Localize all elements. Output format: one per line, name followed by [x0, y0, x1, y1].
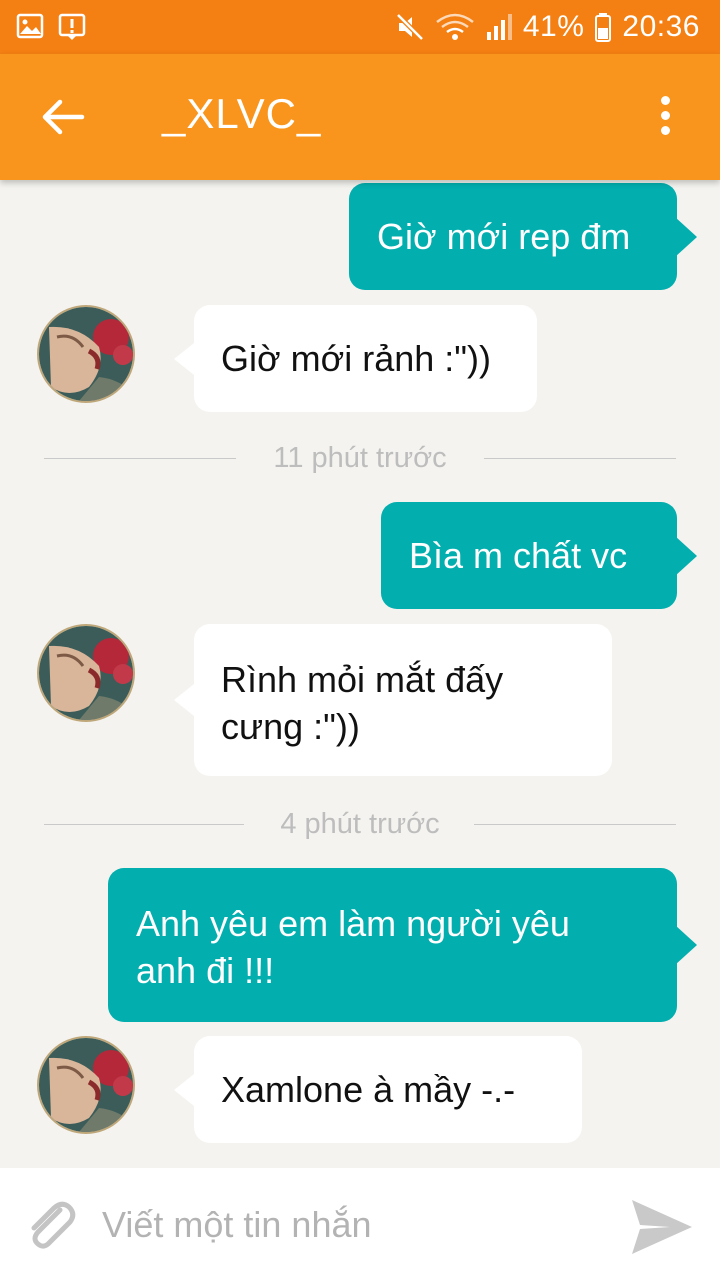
message-text: Xamlone à mầy -.-	[221, 1069, 516, 1110]
status-bar: 41% 20:36	[0, 0, 720, 54]
message-text: Anh yêu em làm người yêu anh đi !!!	[136, 903, 570, 991]
time-separator-label: 11 phút trước	[273, 442, 447, 474]
time-separator: 11 phút trước	[44, 443, 676, 473]
battery-icon	[595, 13, 612, 42]
wifi-icon	[436, 13, 474, 40]
alert-icon	[58, 13, 86, 40]
avatar[interactable]	[39, 1038, 133, 1132]
conversation-title: _XLVC_	[162, 90, 322, 137]
message-text: Rình mỏi mắt đấy cưng :"))	[221, 659, 504, 747]
mute-icon	[396, 13, 424, 41]
message-text: Giờ mới rep đm	[377, 216, 631, 257]
clock: 20:36	[622, 10, 700, 43]
arrow-left-icon[interactable]	[38, 94, 88, 140]
outgoing-message[interactable]: Bìa m chất vc	[381, 502, 697, 609]
avatar[interactable]	[39, 307, 133, 401]
outgoing-message[interactable]: Anh yêu em làm người yêu anh đi !!!	[108, 868, 697, 1022]
incoming-message[interactable]: Rình mỏi mắt đấy cưng :"))	[174, 624, 612, 776]
avatar[interactable]	[39, 626, 133, 720]
outgoing-message[interactable]: Giờ mới rep đm	[349, 183, 697, 290]
time-separator: 4 phút trước	[44, 809, 676, 839]
image-icon	[16, 13, 44, 39]
app-bar: _XLVC_	[0, 54, 720, 180]
message-text: Bìa m chất vc	[409, 535, 628, 576]
composer-bar	[0, 1168, 720, 1280]
time-separator-label: 4 phút trước	[280, 808, 440, 840]
signal-icon	[486, 14, 512, 40]
send-icon[interactable]	[630, 1198, 694, 1256]
paperclip-icon[interactable]	[22, 1196, 80, 1254]
battery-percent: 41%	[522, 10, 585, 43]
incoming-message[interactable]: Giờ mới rảnh :"))	[174, 305, 537, 412]
message-text: Giờ mới rảnh :"))	[221, 338, 492, 379]
more-vert-icon[interactable]	[650, 90, 680, 146]
incoming-message[interactable]: Xamlone à mầy -.-	[174, 1036, 582, 1143]
message-input[interactable]	[100, 1196, 614, 1254]
